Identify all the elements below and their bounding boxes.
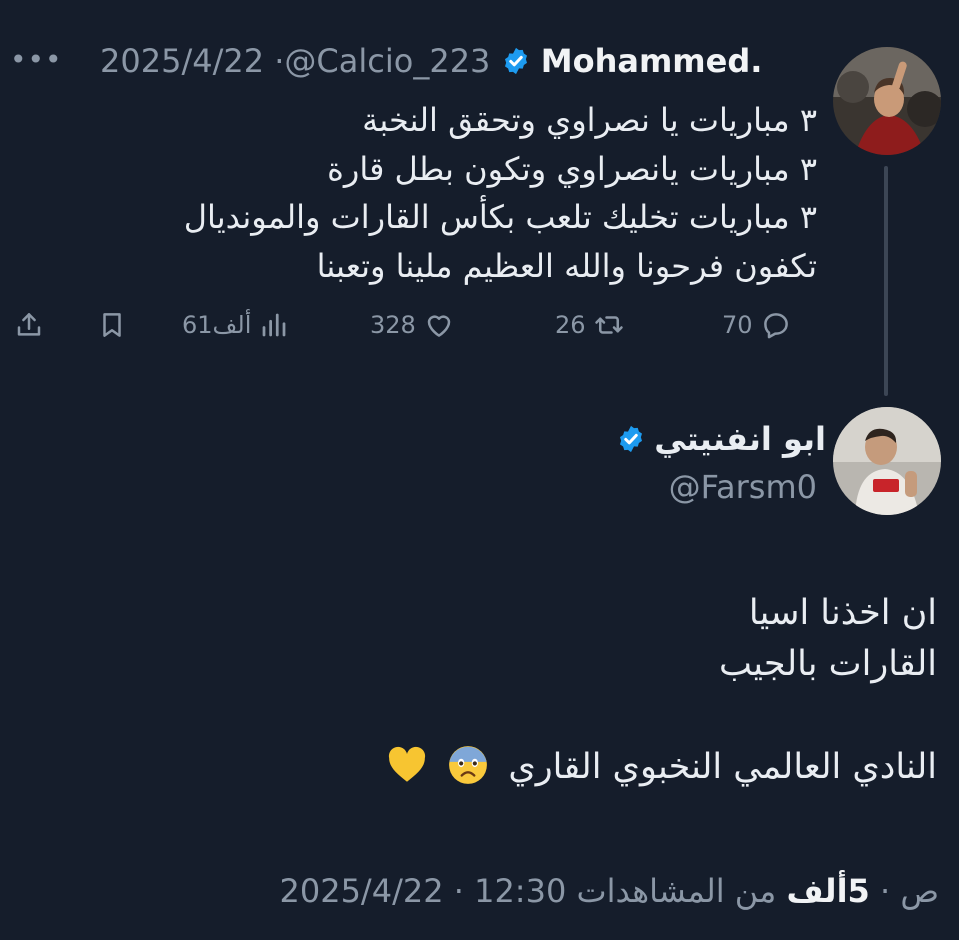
reply-last-line: النادي العالمي النخبوي القاري: [237, 742, 937, 793]
footer-date[interactable]: 2025/4/22: [279, 872, 443, 910]
reply-text: ان اخذنا اسيا القارات بالجيب النادي العا…: [237, 588, 937, 793]
yellow-heart-icon: [389, 746, 426, 782]
reply-count: 70: [722, 311, 753, 339]
reply-line: القارات بالجيب: [718, 644, 937, 684]
thread-connector-line: [884, 166, 888, 396]
share-button[interactable]: [14, 300, 44, 350]
tweet-line: ٣ مباريات يانصراوي وتكون بطل قارة: [327, 149, 817, 188]
reply-footer: 2025/4/22 · 12:30 ص · 5ألف من المشاهدات: [279, 872, 939, 910]
reply-button[interactable]: 70: [722, 300, 791, 350]
reply-blank-line: [237, 690, 937, 742]
like-button[interactable]: 328: [370, 300, 454, 350]
analytics-icon: [263, 313, 286, 337]
share-icon: [17, 313, 41, 336]
reply-icon: [763, 313, 788, 339]
avatar[interactable]: [833, 407, 941, 515]
reply-line: ان اخذنا اسيا: [748, 593, 937, 633]
tweet-text: ٣ مباريات يا نصراوي وتحقق النخبة ٣ مباري…: [117, 96, 817, 290]
views-button[interactable]: 61ألف: [182, 300, 289, 350]
tweet-line: ٣ مباريات يا نصراوي وتحقق النخبة: [362, 101, 817, 139]
views-count: 61ألف: [182, 311, 252, 339]
verified-badge-icon: [620, 425, 643, 453]
tweet-line: تكفون فرحونا والله العظيم ملينا وتعبنا: [316, 246, 817, 285]
separator: ·: [879, 872, 891, 910]
reply-line: النادي العالمي النخبوي القاري: [508, 747, 937, 787]
reply-author-header: ابو انفنيتي: [616, 420, 826, 458]
like-count: 328: [370, 311, 416, 339]
repost-button[interactable]: 26: [555, 300, 624, 350]
avatar[interactable]: [833, 47, 941, 155]
repost-icon: [594, 316, 623, 334]
action-bar: 70 26 328 61ألف: [0, 300, 959, 350]
separator: ·: [274, 42, 285, 80]
heart-icon: [427, 315, 451, 337]
author-handle[interactable]: @Calcio_223: [284, 42, 490, 80]
verified-badge-icon: [504, 47, 527, 75]
tweet-line: ٣ مباريات تخليك تلعب بكأس القارات والمون…: [183, 198, 817, 236]
repost-count: 26: [555, 311, 586, 339]
bookmark-icon: [103, 313, 121, 337]
tweet-header: 2025/4/22 ·@Calcio_223 Mohammed.: [100, 42, 820, 86]
footer-views-count: 5ألف: [786, 872, 870, 910]
author-display-name[interactable]: Mohammed.: [541, 42, 763, 80]
tweet-date: 2025/4/22: [100, 42, 265, 80]
more-options-icon[interactable]: •••: [10, 46, 62, 76]
reply-author-display-name[interactable]: ابو انفنيتي: [654, 420, 826, 458]
separator: ·: [453, 872, 464, 910]
bookmark-button[interactable]: [97, 300, 127, 350]
footer-views-label: من المشاهدات: [576, 872, 777, 910]
reply-author-handle[interactable]: @Farsm0: [669, 468, 817, 506]
anxious-face-icon: [449, 746, 488, 784]
